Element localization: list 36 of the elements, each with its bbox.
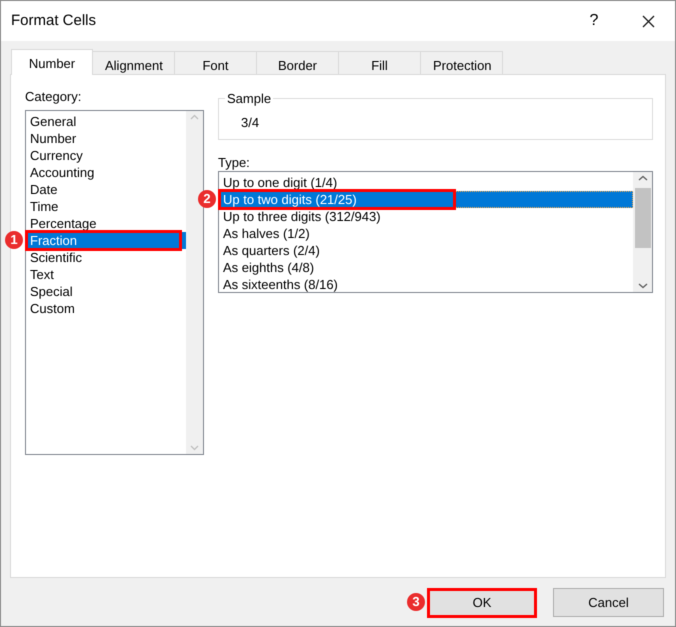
step-number-badge: 1 — [5, 231, 23, 249]
type-item[interactable]: Up to three digits (312/943) — [220, 208, 633, 225]
category-item[interactable]: General — [27, 113, 186, 130]
type-item[interactable]: As eighths (4/8) — [220, 259, 633, 276]
step-number-badge: 2 — [198, 190, 216, 208]
category-item[interactable]: Number — [27, 130, 186, 147]
category-item[interactable]: Date — [27, 181, 186, 198]
type-item[interactable]: As quarters (2/4) — [220, 242, 633, 259]
type-item[interactable]: Up to one digit (1/4) — [220, 174, 633, 191]
tab[interactable]: Protection — [421, 51, 503, 74]
category-item[interactable]: Special — [27, 283, 186, 300]
dialog-button[interactable]: OK — [427, 588, 537, 618]
help-button[interactable]: ? — [584, 9, 604, 33]
category-item[interactable]: Percentage — [27, 215, 186, 232]
type-item[interactable]: Up to two digits (21/25) — [220, 191, 633, 208]
category-item[interactable]: Scientific — [27, 249, 186, 266]
category-item[interactable]: Currency — [27, 147, 186, 164]
tab[interactable]: Alignment — [93, 51, 175, 74]
category-item[interactable]: Time — [27, 198, 186, 215]
type-listbox[interactable]: Up to one digit (1/4) Up to two digits (21/25) Up to three digits (312/943) As halves (1/2) As quarters (2/4) As eighths (4/8) As sixteenths (8/16) — [218, 171, 653, 293]
category-listbox[interactable]: General Number Currency Accounting Date Time Percentage Fraction Scientific Text Special Custom — [25, 110, 204, 455]
type-label: Type: — [218, 154, 251, 171]
type-item[interactable]: As halves (1/2) — [220, 225, 633, 242]
step-number-badge: 3 — [407, 593, 425, 611]
sample-value: 3/4 — [241, 114, 260, 132]
category-item[interactable]: Accounting — [27, 164, 186, 181]
dialog-button[interactable]: Cancel — [553, 588, 664, 617]
tab[interactable]: Border — [257, 51, 339, 74]
tab[interactable]: Number — [11, 49, 93, 75]
window-title: Format Cells — [11, 10, 96, 31]
tab[interactable]: Fill — [339, 51, 421, 74]
type-item[interactable]: As sixteenths (8/16) — [220, 276, 633, 293]
category-label: Category: — [25, 88, 82, 106]
tab[interactable]: Font — [175, 51, 257, 74]
category-item[interactable]: Custom — [27, 300, 186, 317]
category-item[interactable]: Text — [27, 266, 186, 283]
